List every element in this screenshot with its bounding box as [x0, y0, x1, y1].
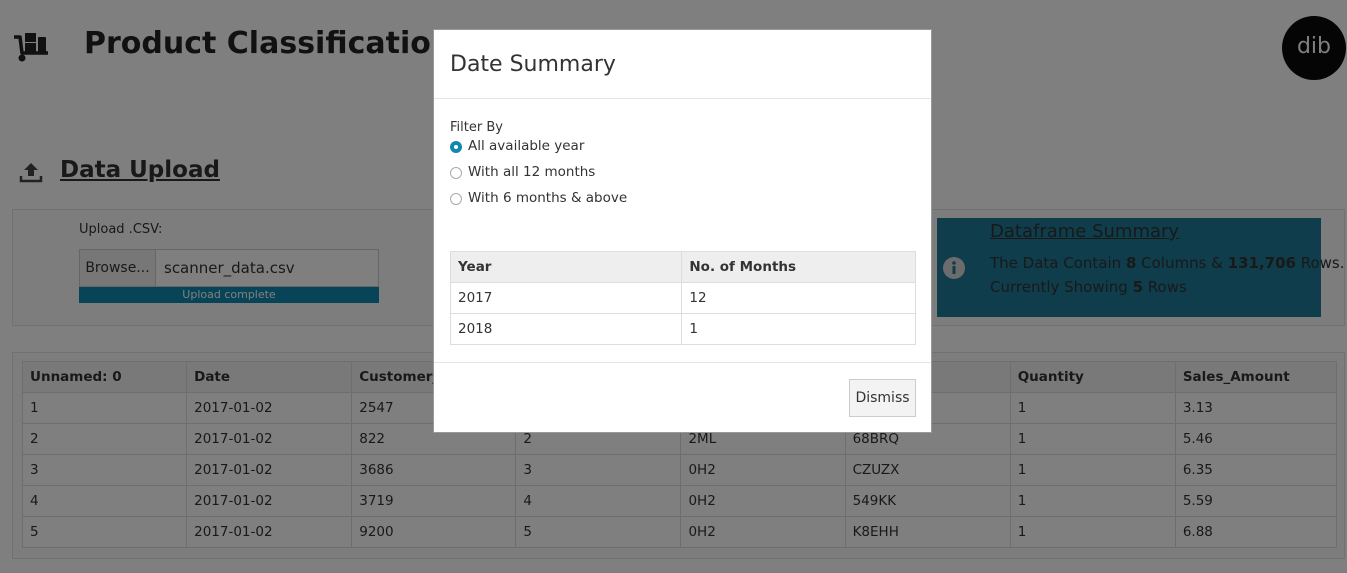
table-cell: 2017 [449, 282, 683, 314]
radio-label[interactable]: With all 12 months [468, 164, 595, 180]
radio-button[interactable] [450, 167, 462, 179]
table-cell: 2018 [449, 313, 683, 345]
radio-all-available-year[interactable]: All available year [450, 138, 650, 158]
date-summary-modal: Date Summary Filter By All available yea… [433, 29, 932, 433]
app-page: Product Classification dib Data Upload U… [0, 0, 1347, 573]
radio-label[interactable]: With 6 months & above [468, 190, 627, 206]
column-header-months: No. of Months [681, 251, 916, 283]
table-row: 2018 1 [449, 313, 916, 345]
table-row: 2017 12 [449, 282, 916, 314]
modal-divider [434, 98, 931, 99]
radio-6-months-above[interactable]: With 6 months & above [450, 190, 650, 210]
table-cell: 1 [681, 313, 916, 345]
modal-title: Date Summary [450, 52, 616, 77]
radio-button-checked[interactable] [450, 141, 462, 153]
table-header-row: Year No. of Months [449, 251, 916, 283]
column-header-year: Year [449, 251, 683, 283]
radio-button[interactable] [450, 193, 462, 205]
radio-all-12-months[interactable]: With all 12 months [450, 164, 650, 184]
radio-label[interactable]: All available year [468, 138, 584, 154]
table-cell: 12 [681, 282, 916, 314]
dismiss-button[interactable]: Dismiss [849, 379, 916, 417]
year-months-table: Year No. of Months 2017 12 2018 1 [449, 251, 916, 345]
filter-label: Filter By [450, 120, 503, 135]
modal-divider [434, 362, 931, 363]
